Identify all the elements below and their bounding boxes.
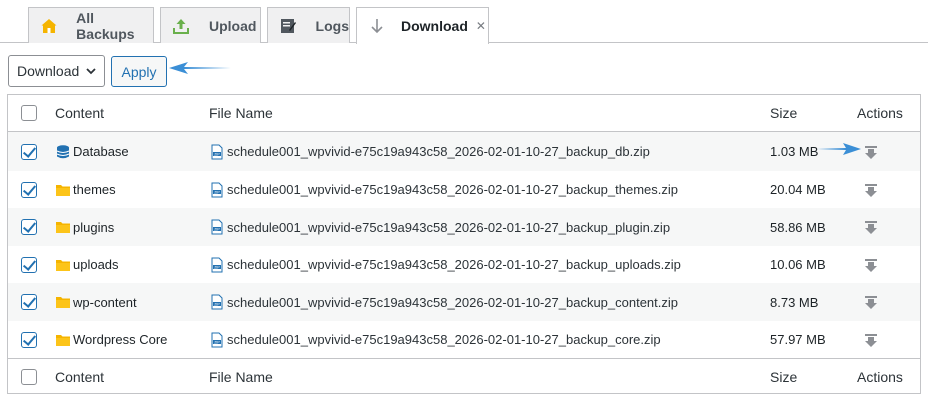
zip-file-icon: ZIP	[209, 182, 225, 198]
svg-text:ZIP: ZIP	[214, 302, 220, 306]
row-file-name: schedule001_wpvivid-e75c19a943c58_2026-0…	[227, 257, 681, 272]
row-checkbox[interactable]	[21, 256, 37, 273]
annotation-arrow-icon	[817, 143, 861, 155]
zip-file-icon: ZIP	[209, 332, 225, 348]
column-header-file-name: File Name	[209, 105, 273, 121]
table-row: themes ZIP schedule001_wpvivid-e75c19a943c…	[8, 171, 920, 208]
backup-files-table: Content File Name Size Actions Database Z…	[7, 94, 921, 394]
column-footer-size: Size	[770, 368, 798, 385]
row-file-name: schedule001_wpvivid-e75c19a943c58_2026-0…	[227, 219, 671, 235]
row-file-name: schedule001_wpvivid-e75c19a943c58_2026-0…	[227, 332, 661, 347]
tab-label: Download	[401, 18, 468, 34]
table-footer-row: Content File Name Size Actions	[8, 358, 920, 394]
column-header-size: Size	[770, 105, 798, 121]
row-file-name: schedule001_wpvivid-e75c19a943c58_2026-0…	[227, 182, 678, 197]
row-checkbox[interactable]	[21, 331, 37, 348]
row-size: 1.03 MB	[770, 144, 819, 159]
table-row: wp-content ZIP schedule001_wpvivid-e75c19a…	[8, 283, 920, 321]
folder-icon	[55, 257, 71, 273]
column-header-content: Content	[55, 105, 105, 121]
folder-icon	[55, 294, 71, 310]
svg-text:ZIP: ZIP	[214, 227, 220, 231]
row-size: 57.97 MB	[770, 332, 826, 347]
table-row: plugins ZIP schedule001_wpvivid-e75c19a943…	[8, 208, 920, 246]
row-content-label: Wordpress Core	[73, 332, 168, 347]
column-footer-file-name: File Name	[209, 368, 273, 385]
download-icon[interactable]	[863, 182, 879, 198]
chevron-down-icon	[84, 64, 98, 81]
database-icon	[55, 144, 71, 160]
download-arrow-icon	[367, 16, 387, 36]
select-all-checkbox[interactable]	[21, 105, 37, 121]
folder-icon	[55, 219, 71, 235]
row-content-label: Database	[73, 144, 129, 159]
apply-button[interactable]: Apply	[111, 56, 167, 87]
row-size: 8.73 MB	[770, 294, 819, 310]
row-checkbox[interactable]	[21, 219, 37, 235]
annotation-arrow-icon	[169, 62, 231, 74]
svg-text:ZIP: ZIP	[214, 340, 220, 344]
column-header-actions: Actions	[857, 105, 903, 121]
row-size: 20.04 MB	[770, 182, 826, 197]
row-checkbox[interactable]	[21, 294, 37, 310]
tab-bar: All Backups Upload Logs Download ✕	[0, 0, 928, 44]
row-file-name: schedule001_wpvivid-e75c19a943c58_2026-0…	[227, 144, 650, 159]
folder-icon	[55, 332, 71, 348]
column-footer-content: Content	[55, 368, 105, 385]
tab-label: All Backups	[76, 9, 135, 42]
tab-download[interactable]: Download ✕	[356, 7, 489, 44]
svg-text:ZIP: ZIP	[214, 190, 220, 194]
zip-file-icon: ZIP	[209, 257, 225, 273]
table-row: Wordpress Core ZIP schedule001_wpvivid-e75…	[8, 321, 920, 358]
select-value: Download	[17, 63, 80, 79]
download-icon[interactable]	[863, 144, 879, 160]
upload-icon	[171, 16, 191, 36]
row-content-label: plugins	[73, 219, 115, 235]
folder-icon	[55, 182, 71, 198]
row-checkbox[interactable]	[21, 143, 37, 160]
zip-file-icon: ZIP	[209, 144, 225, 160]
tab-upload[interactable]: Upload	[160, 7, 261, 43]
row-file-name: schedule001_wpvivid-e75c19a943c58_2026-0…	[227, 294, 679, 310]
row-content-label: wp-content	[73, 294, 137, 310]
row-size: 10.06 MB	[770, 257, 826, 272]
tab-label: Upload	[209, 17, 257, 34]
row-size: 58.86 MB	[770, 219, 826, 235]
svg-text:ZIP: ZIP	[214, 265, 220, 269]
close-tab-icon[interactable]: ✕	[476, 19, 486, 33]
logs-icon	[278, 16, 298, 36]
row-checkbox[interactable]	[21, 181, 37, 198]
column-footer-actions: Actions	[857, 368, 903, 385]
row-content-label: uploads	[73, 257, 119, 272]
svg-text:ZIP: ZIP	[214, 152, 220, 156]
table-row: Database ZIP schedule001_wpvivid-e75c19a94…	[8, 132, 920, 171]
download-icon[interactable]	[863, 257, 879, 273]
zip-file-icon: ZIP	[209, 219, 225, 235]
row-content-label: themes	[73, 182, 116, 197]
tab-label: Logs	[315, 17, 349, 34]
tab-logs[interactable]: Logs	[267, 7, 350, 43]
table-row: uploads ZIP schedule001_wpvivid-e75c19a943…	[8, 246, 920, 283]
bulk-action-select[interactable]: Download	[8, 55, 105, 87]
download-icon[interactable]	[863, 332, 879, 348]
home-icon	[39, 16, 58, 36]
select-all-checkbox-footer[interactable]	[21, 368, 37, 385]
download-icon[interactable]	[863, 294, 879, 310]
table-header-row: Content File Name Size Actions	[8, 95, 920, 132]
zip-file-icon: ZIP	[209, 294, 225, 310]
tab-all-backups[interactable]: All Backups	[28, 7, 154, 43]
download-icon[interactable]	[863, 219, 879, 235]
